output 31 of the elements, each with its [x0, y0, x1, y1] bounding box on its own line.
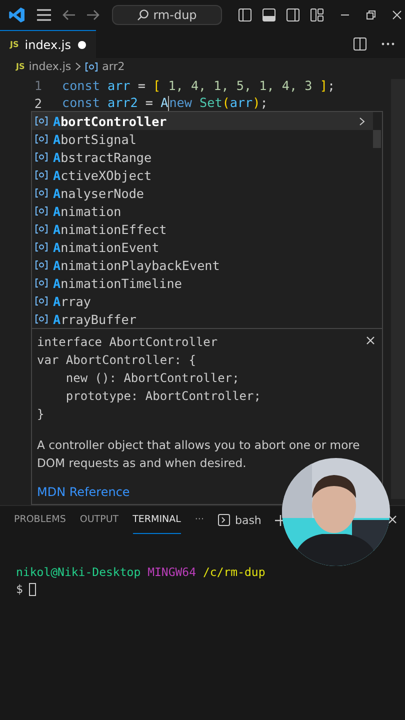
editor-tab[interactable]: JS index.js	[0, 30, 96, 58]
breadcrumb-item[interactable]: arr2	[102, 60, 125, 73]
more-button[interactable]: ···	[194, 506, 204, 534]
terminal-prompt: nikol@Niki-Desktop MINGW64 /c/rm-dup	[16, 564, 266, 581]
suggestion-item[interactable]: Array	[32, 292, 373, 310]
suggestion-item[interactable]: ArrayBuffer	[32, 310, 373, 328]
suggestion-item[interactable]: AnimationEffect	[32, 220, 373, 238]
suggestion-item[interactable]: AnalyserNode	[32, 184, 373, 202]
line-number: 1	[33, 78, 43, 92]
code-line: const arr = [ 1, 4, 1, 5, 1, 4, 3 ];	[62, 78, 336, 92]
suggestion-item[interactable]: AnimationPlaybackEvent	[32, 256, 373, 274]
panel-tab[interactable]: TERMINAL	[132, 506, 181, 534]
suggestion-item[interactable]: AbortController	[32, 112, 373, 130]
suggestion-item[interactable]: ActiveXObject	[32, 166, 373, 184]
suggestion-item[interactable]: Animation	[32, 202, 373, 220]
code-signature: interface AbortController var AbortController: { new (): AbortController; prototype: AbortController; }	[37, 334, 261, 423]
js-file-icon: JS	[16, 62, 25, 71]
suggestion-item[interactable]: AnimationTimeline	[32, 274, 373, 292]
mdn-reference-link[interactable]: MDN Reference	[37, 485, 130, 499]
panel-tab[interactable]: OUTPUT	[80, 506, 119, 534]
prompt-symbol: $	[16, 581, 23, 598]
code-line: const arr2 = Anew Set(arr);	[62, 94, 268, 112]
suggestion-item[interactable]: AnimationEvent	[32, 238, 373, 256]
line-number: 2	[33, 96, 43, 110]
terminal-selector[interactable]: bash	[218, 514, 262, 526]
panel-tab[interactable]: PROBLEMS	[14, 506, 66, 534]
suggestion-item[interactable]: AbortSignal	[32, 130, 373, 148]
description-text: A controller object that allows you to abort one or more DOM requests as and when desired.	[37, 437, 361, 472]
breadcrumb-item[interactable]: index.js	[28, 60, 72, 73]
search-field[interactable]: rm-dup	[112, 5, 222, 25]
suggestion-item[interactable]: AbstractRange	[32, 148, 373, 166]
